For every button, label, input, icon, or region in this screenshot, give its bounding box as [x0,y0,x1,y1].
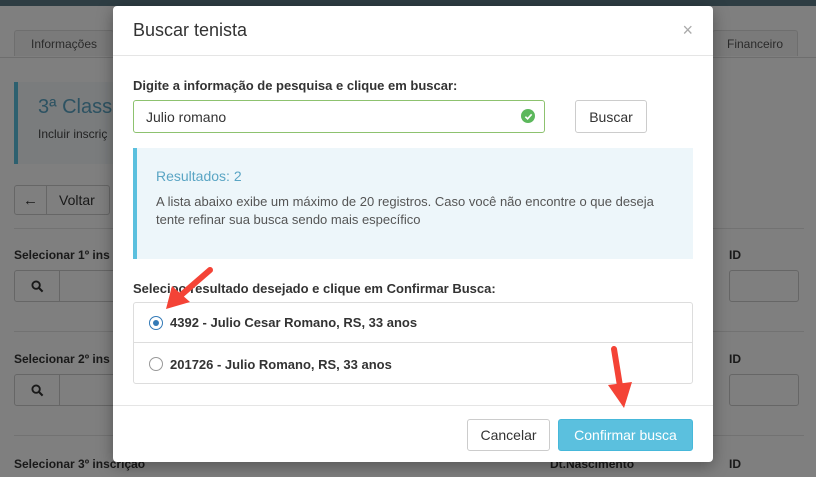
result-label-1: 4392 - Julio Cesar Romano, RS, 33 anos [170,315,418,330]
radio-unselected[interactable] [149,357,163,371]
confirm-search-button[interactable]: Confirmar busca [558,419,693,451]
modal-footer: Cancelar Confirmar busca [113,405,713,462]
results-description: A lista abaixo exibe um máximo de 20 reg… [156,194,654,227]
search-player-modal: Buscar tenista × Digite a informação de … [113,6,713,462]
check-circle-icon [521,109,535,123]
cancel-button[interactable]: Cancelar [467,419,550,451]
results-list: 4392 - Julio Cesar Romano, RS, 33 anos 2… [133,302,693,384]
select-instruction: Selecioo resultado desejado e clique em … [133,281,496,296]
modal-header: Buscar tenista × [113,6,713,56]
select-instruction-end: : [491,281,496,296]
result-label-2: 201726 - Julio Romano, RS, 33 anos [170,356,392,372]
search-label: Digite a informação de pesquisa e clique… [133,78,458,93]
results-info-box: Resultados: 2 A lista abaixo exibe um má… [133,148,693,259]
results-count: Resultados: 2 [156,168,242,184]
close-icon[interactable]: × [682,20,693,41]
search-input[interactable] [133,100,545,133]
search-button[interactable]: Buscar [575,100,647,133]
result-option-2[interactable]: 201726 - Julio Romano, RS, 33 anos [134,344,692,384]
select-instruction-start: Selecio [133,281,179,296]
select-instruction-middle: o resultado desejado e clique em [178,281,387,296]
select-instruction-bold: Confirmar Busca [386,281,492,296]
result-option-1[interactable]: 4392 - Julio Cesar Romano, RS, 33 anos [134,303,692,343]
radio-selected[interactable] [149,315,163,330]
modal-title: Buscar tenista [133,20,248,40]
